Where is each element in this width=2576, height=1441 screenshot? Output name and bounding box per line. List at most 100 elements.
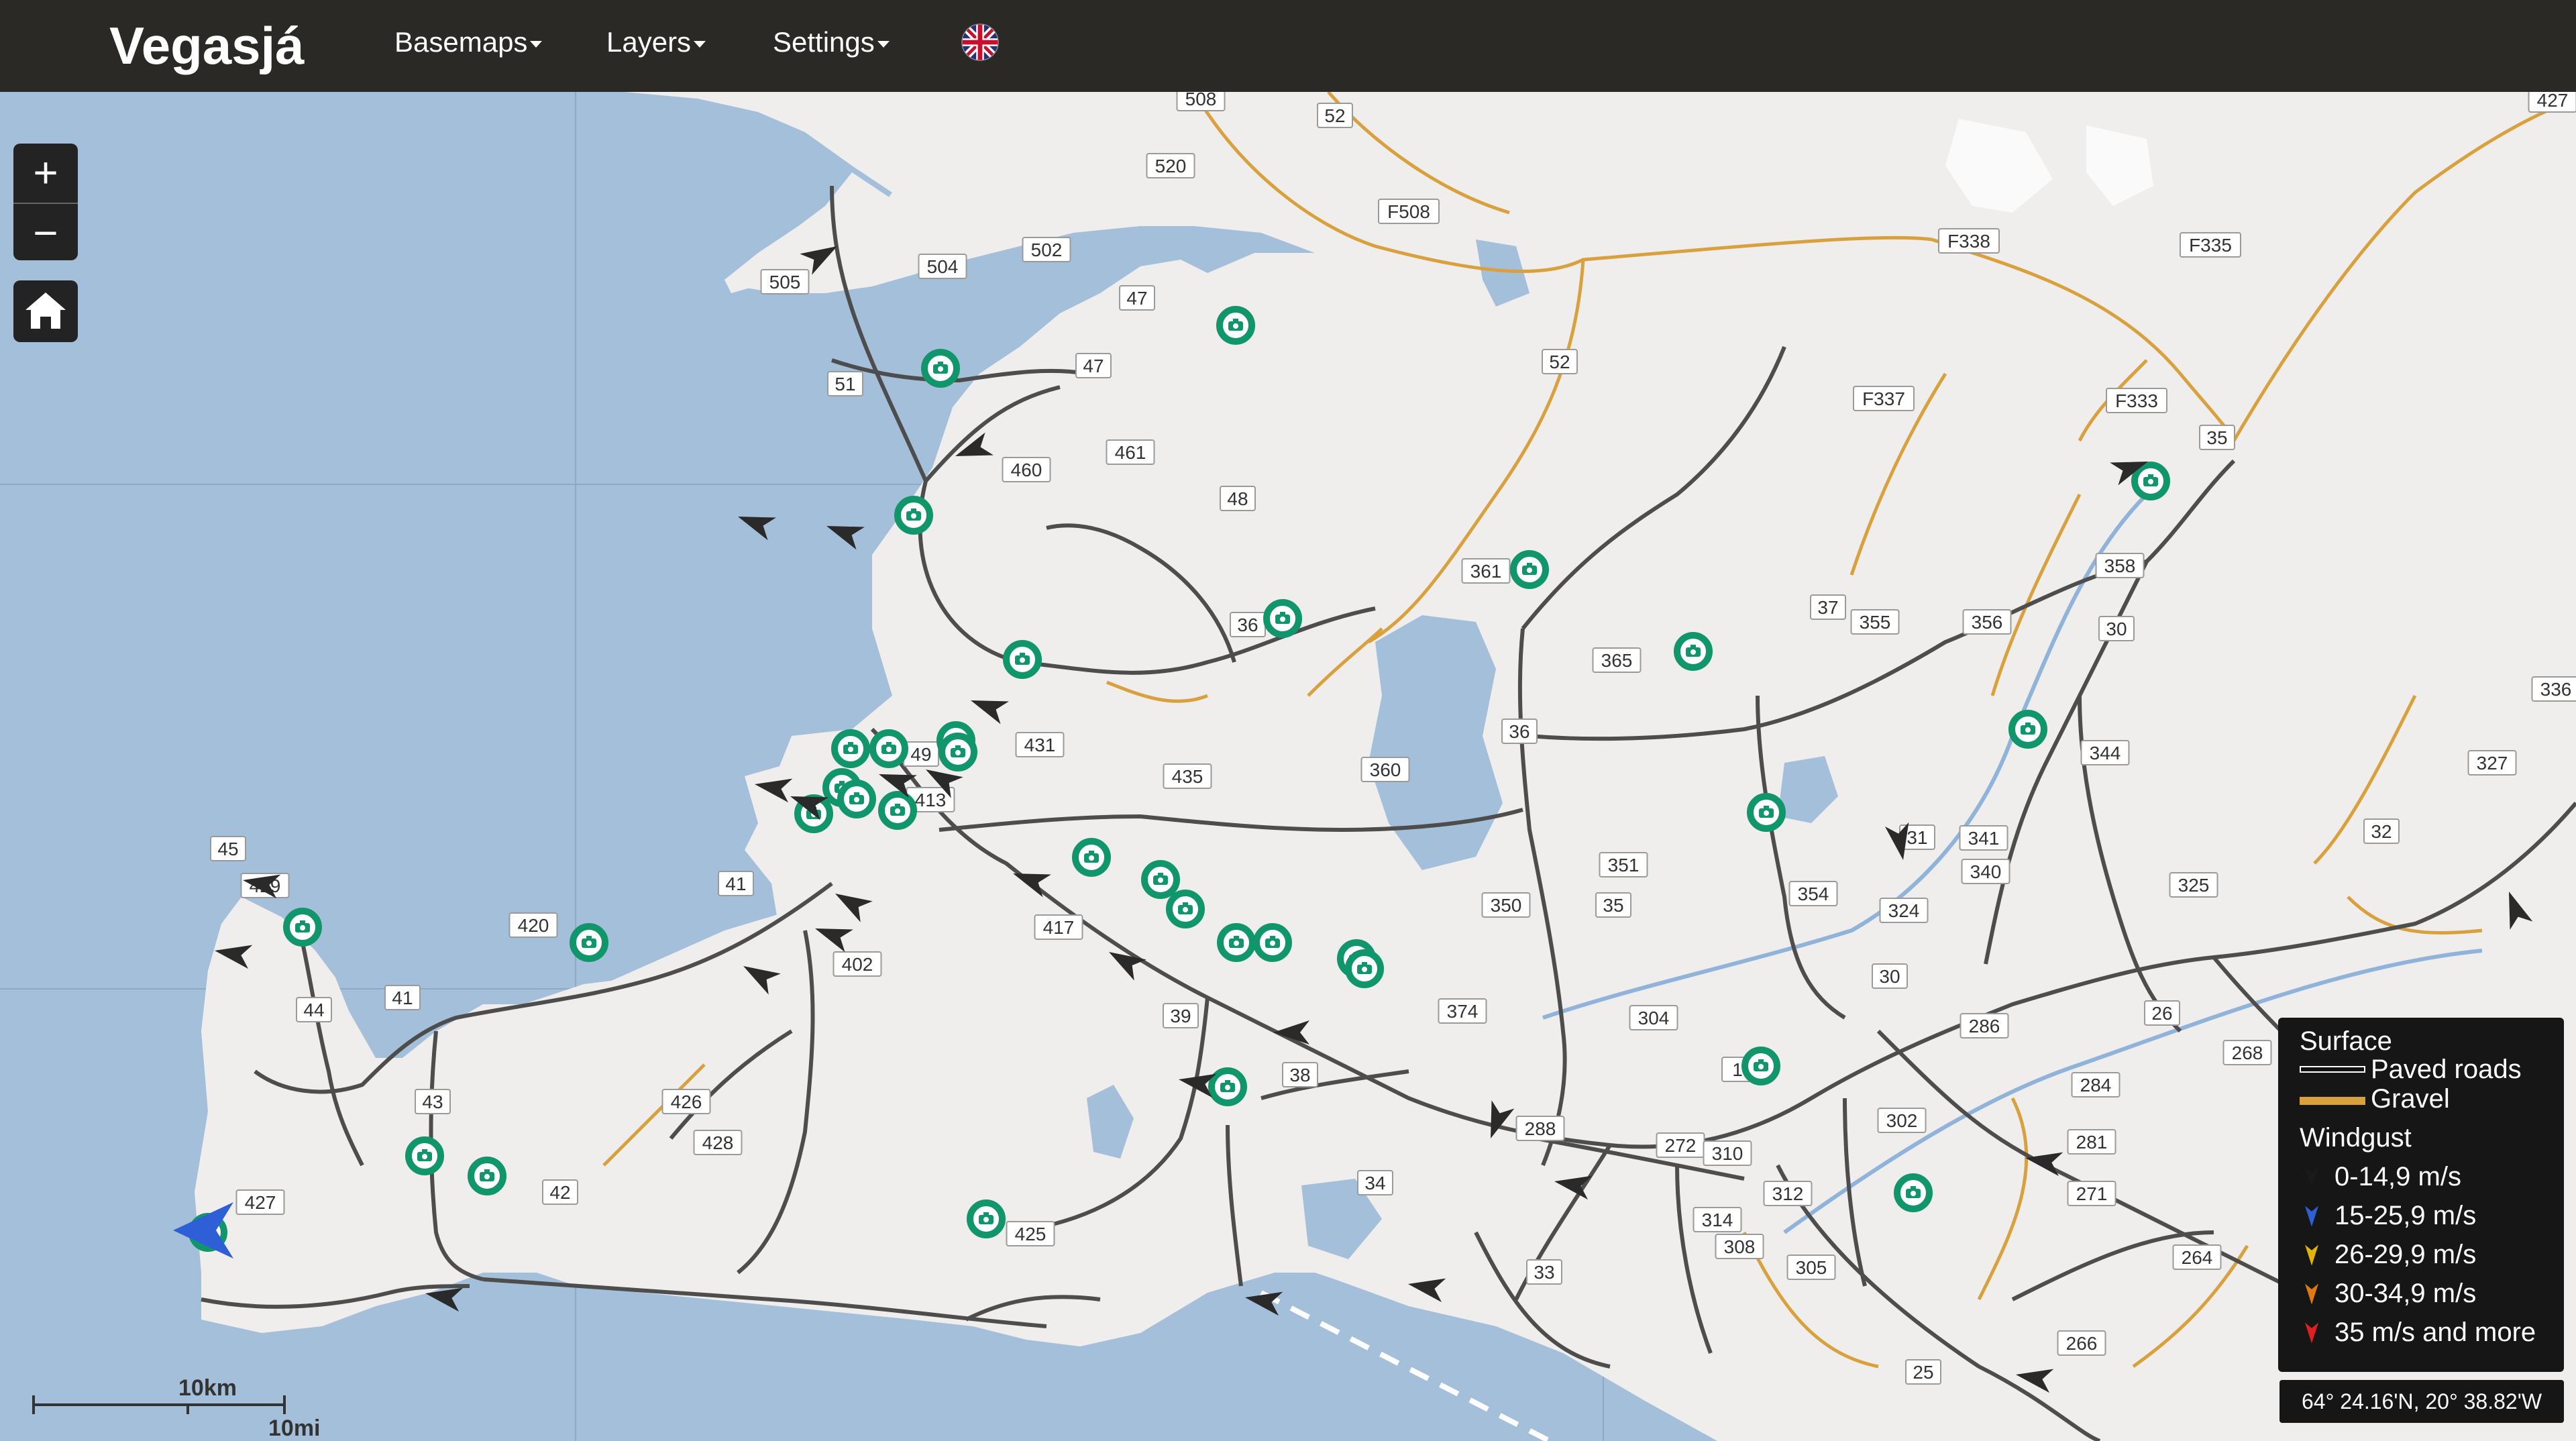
scale-metric-label: 10km bbox=[178, 1375, 237, 1401]
webcam-marker[interactable] bbox=[869, 729, 908, 768]
zoom-control: + − bbox=[13, 144, 78, 260]
settings-menu[interactable]: Settings bbox=[773, 25, 890, 59]
svg-text:356: 356 bbox=[1972, 612, 2003, 633]
zoom-out-button[interactable]: − bbox=[13, 203, 78, 262]
road-number-label: 48 bbox=[1220, 486, 1256, 511]
road-number-label: 312 bbox=[1763, 1181, 1813, 1206]
road-number-label: 42 bbox=[542, 1179, 578, 1205]
home-button[interactable] bbox=[13, 280, 78, 342]
webcam-marker[interactable] bbox=[1253, 923, 1292, 962]
webcam-marker[interactable] bbox=[570, 923, 608, 962]
webcam-marker[interactable] bbox=[1208, 1067, 1247, 1106]
layers-menu-label: Layers bbox=[606, 26, 692, 58]
webcam-marker[interactable] bbox=[1072, 838, 1111, 877]
webcam-marker[interactable] bbox=[1217, 923, 1256, 962]
webcam-marker[interactable] bbox=[878, 791, 917, 830]
zoom-in-button[interactable]: + bbox=[13, 144, 78, 201]
webcam-marker[interactable] bbox=[283, 908, 322, 947]
svg-text:305: 305 bbox=[1796, 1257, 1827, 1278]
road-number-label: 344 bbox=[2080, 740, 2130, 765]
road-number-label: 288 bbox=[1515, 1116, 1565, 1141]
road-number-label: 425 bbox=[1006, 1221, 1055, 1246]
road-number-label: 420 bbox=[508, 912, 558, 938]
webcam-marker[interactable] bbox=[468, 1157, 506, 1195]
road-number-label: 520 bbox=[1146, 153, 1195, 178]
webcam-marker[interactable] bbox=[2131, 462, 2170, 500]
svg-text:52: 52 bbox=[1324, 105, 1345, 126]
svg-text:358: 358 bbox=[2104, 555, 2136, 576]
road-number-label: 281 bbox=[2067, 1129, 2116, 1155]
webcam-marker[interactable] bbox=[1003, 640, 1042, 679]
webcam-marker[interactable] bbox=[405, 1136, 444, 1175]
road-number-label: 504 bbox=[918, 254, 967, 279]
svg-text:336: 336 bbox=[2540, 679, 2572, 700]
webcam-marker[interactable] bbox=[837, 780, 876, 818]
webcam-marker[interactable] bbox=[894, 496, 933, 535]
svg-text:361: 361 bbox=[1470, 561, 1502, 582]
svg-text:31: 31 bbox=[1907, 827, 1927, 848]
svg-text:48: 48 bbox=[1227, 488, 1248, 509]
road-number-label: 272 bbox=[1656, 1132, 1705, 1158]
webcam-marker[interactable] bbox=[831, 729, 870, 768]
road-number-label: 340 bbox=[1961, 859, 2010, 884]
webcam-marker[interactable] bbox=[1674, 632, 1713, 671]
svg-text:284: 284 bbox=[2080, 1075, 2112, 1096]
webcam-marker[interactable] bbox=[1216, 306, 1255, 345]
svg-text:460: 460 bbox=[1011, 460, 1042, 480]
webcam-marker[interactable] bbox=[1141, 860, 1180, 899]
wind-legend-arrow-icon bbox=[2305, 1167, 2318, 1188]
road-number-label: 41 bbox=[384, 985, 421, 1010]
uk-flag-icon[interactable] bbox=[961, 23, 1000, 62]
road-number-label: 304 bbox=[1629, 1005, 1678, 1030]
svg-text:F337: F337 bbox=[1862, 388, 1905, 409]
road-number-label: 508 bbox=[1176, 92, 1226, 111]
road-number-label: 47 bbox=[1119, 285, 1155, 311]
webcam-marker[interactable] bbox=[1263, 599, 1302, 638]
svg-text:272: 272 bbox=[1665, 1135, 1697, 1156]
svg-text:502: 502 bbox=[1031, 239, 1063, 260]
webcam-marker[interactable] bbox=[1894, 1173, 1933, 1212]
map-canvas[interactable]: 508 52 520 F508 504 502 505 47 47 51 460 461 48 52 F33… bbox=[0, 92, 2576, 1441]
legend-gravel-label: Gravel bbox=[2371, 1084, 2450, 1114]
webcam-marker[interactable] bbox=[1345, 949, 1384, 988]
road-number-label: 505 bbox=[760, 269, 810, 295]
road-number-label: 324 bbox=[1879, 898, 1929, 923]
road-number-label: 428 bbox=[693, 1130, 743, 1155]
road-number-label: 49 bbox=[903, 741, 939, 767]
svg-text:51: 51 bbox=[835, 374, 855, 394]
road-number-label: 502 bbox=[1022, 237, 1071, 262]
wind-legend-label: 35 m/s and more bbox=[2334, 1318, 2536, 1347]
svg-text:30: 30 bbox=[2106, 619, 2127, 639]
webcam-marker[interactable] bbox=[921, 349, 960, 388]
webcam-marker[interactable] bbox=[967, 1199, 1006, 1238]
svg-text:41: 41 bbox=[392, 988, 413, 1008]
map-legend: Surface Paved roads Gravel Windgust 0-14… bbox=[2278, 1018, 2564, 1372]
brand-logo[interactable]: Vegasjá bbox=[109, 12, 305, 79]
webcam-marker[interactable] bbox=[1747, 793, 1786, 832]
road-number-label: 37 bbox=[1810, 594, 1846, 620]
svg-text:327: 327 bbox=[2477, 753, 2508, 773]
svg-text:1: 1 bbox=[1732, 1059, 1743, 1080]
webcam-marker[interactable] bbox=[2008, 710, 2047, 749]
road-number-label: 431 bbox=[1015, 732, 1065, 757]
layers-menu[interactable]: Layers bbox=[606, 25, 706, 59]
road-number-label: 327 bbox=[2467, 750, 2517, 776]
settings-menu-label: Settings bbox=[773, 26, 875, 58]
svg-text:425: 425 bbox=[1015, 1224, 1046, 1244]
webcam-marker[interactable] bbox=[938, 733, 977, 771]
svg-text:508: 508 bbox=[1185, 92, 1217, 109]
wind-legend-label: 0-14,9 m/s bbox=[2334, 1162, 2461, 1191]
webcam-marker[interactable] bbox=[1510, 550, 1549, 589]
webcam-marker[interactable] bbox=[1166, 890, 1205, 928]
road-number-label: 266 bbox=[2057, 1330, 2106, 1356]
road-number-label: 374 bbox=[1438, 998, 1487, 1024]
webcam-marker[interactable] bbox=[1741, 1047, 1780, 1085]
svg-text:302: 302 bbox=[1886, 1110, 1918, 1131]
svg-text:36: 36 bbox=[1509, 721, 1529, 742]
svg-text:374: 374 bbox=[1447, 1001, 1479, 1022]
basemaps-menu[interactable]: Basemaps bbox=[394, 25, 543, 59]
wind-legend-label: 15-25,9 m/s bbox=[2334, 1201, 2477, 1230]
svg-text:340: 340 bbox=[1970, 861, 2002, 882]
road-number-label: 41 bbox=[718, 871, 754, 896]
svg-text:36: 36 bbox=[1237, 615, 1258, 635]
